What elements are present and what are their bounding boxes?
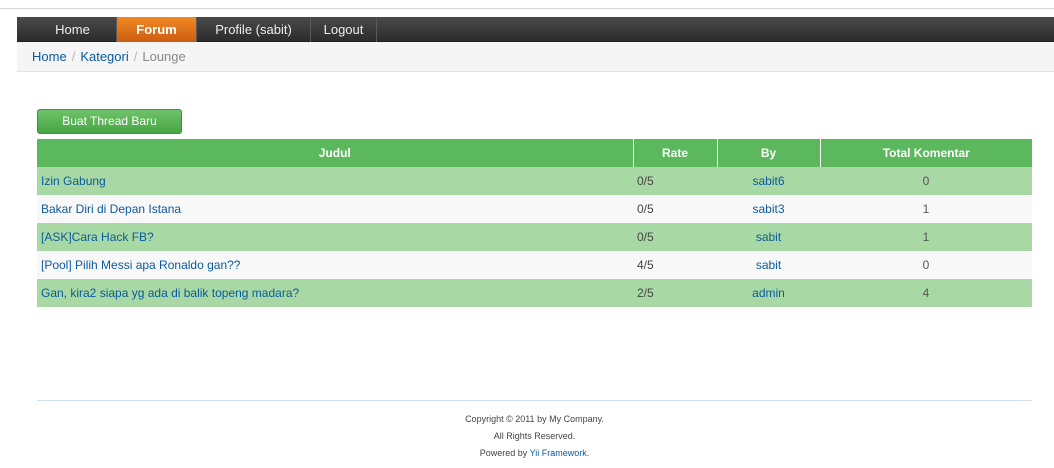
thread-author-cell: admin <box>717 279 820 307</box>
column-header-title[interactable]: Judul <box>37 139 634 167</box>
nav-item-home[interactable]: Home <box>17 17 117 42</box>
nav-item-logout[interactable]: Logout <box>311 17 377 42</box>
table-row: Izin Gabung 0/5 sabit6 0 <box>37 167 1032 195</box>
thread-title-link[interactable]: Gan, kira2 siapa yg ada di balik topeng … <box>41 286 299 300</box>
footer-powered-by: Powered by Yii Framework. <box>37 445 1032 462</box>
breadcrumb-home-link[interactable]: Home <box>32 49 67 64</box>
main-navbar: Home Forum Profile (sabit) Logout <box>17 17 1054 42</box>
thread-author-cell: sabit <box>717 223 820 251</box>
thread-author-link[interactable]: sabit6 <box>752 174 784 188</box>
footer-copyright: Copyright © 2011 by My Company. <box>465 414 604 424</box>
top-divider <box>0 8 1054 9</box>
column-header-by[interactable]: By <box>717 139 821 167</box>
thread-author-link[interactable]: sabit <box>756 230 781 244</box>
column-header-total-comments[interactable]: Total Komentar <box>820 139 1032 167</box>
thread-title-cell: [ASK]Cara Hack FB? <box>37 223 633 251</box>
thread-title-cell: Bakar Diri di Depan Istana <box>37 195 633 223</box>
footer-powered-suffix: . <box>586 448 590 458</box>
thread-title-link[interactable]: Izin Gabung <box>41 174 106 188</box>
thread-title-cell: [Pool] Pilih Messi apa Ronaldo gan?? <box>37 251 633 279</box>
breadcrumb-separator: / <box>133 49 138 64</box>
thread-title-cell: Gan, kira2 siapa yg ada di balik topeng … <box>37 279 633 307</box>
yii-framework-link[interactable]: Yii Framework <box>530 448 587 458</box>
thread-comment-count: 4 <box>820 279 1032 307</box>
breadcrumb-current: Lounge <box>142 49 186 64</box>
thread-comment-count: 0 <box>820 251 1032 279</box>
thread-author-cell: sabit3 <box>717 195 820 223</box>
thread-author-cell: sabit6 <box>717 167 820 195</box>
thread-author-cell: sabit <box>717 251 820 279</box>
breadcrumb-category-link[interactable]: Kategori <box>80 49 128 64</box>
thread-author-link[interactable]: sabit3 <box>752 202 784 216</box>
nav-item-profile[interactable]: Profile (sabit) <box>197 17 311 42</box>
thread-author-link[interactable]: admin <box>752 286 785 300</box>
column-header-rate[interactable]: Rate <box>633 139 718 167</box>
thread-rate: 0/5 <box>633 195 717 223</box>
table-row: Gan, kira2 siapa yg ada di balik topeng … <box>37 279 1032 307</box>
thread-table: Judul Rate By Total Komentar Izin Gabung… <box>37 139 1032 307</box>
thread-comment-count: 1 <box>820 195 1032 223</box>
nav-item-forum[interactable]: Forum <box>117 17 197 42</box>
breadcrumb: Home / Kategori / Lounge <box>17 42 1054 72</box>
thread-comment-count: 0 <box>820 167 1032 195</box>
thread-rate: 2/5 <box>633 279 717 307</box>
table-row: [Pool] Pilih Messi apa Ronaldo gan?? 4/5… <box>37 251 1032 279</box>
thread-title-cell: Izin Gabung <box>37 167 633 195</box>
table-row: Bakar Diri di Depan Istana 0/5 sabit3 1 <box>37 195 1032 223</box>
thread-rate: 4/5 <box>633 251 717 279</box>
footer: Copyright © 2011 by My Company. All Righ… <box>37 411 1032 462</box>
thread-rate: 0/5 <box>633 223 717 251</box>
thread-author-link[interactable]: sabit <box>756 258 781 272</box>
footer-divider <box>37 400 1032 401</box>
thread-title-link[interactable]: [ASK]Cara Hack FB? <box>41 230 154 244</box>
thread-rate: 0/5 <box>633 167 717 195</box>
breadcrumb-separator: / <box>71 49 76 64</box>
footer-rights: All Rights Reserved. <box>493 431 576 441</box>
thread-comment-count: 1 <box>820 223 1032 251</box>
nav-menu: Home Forum Profile (sabit) Logout <box>17 17 1054 42</box>
thread-title-link[interactable]: Bakar Diri di Depan Istana <box>41 202 181 216</box>
table-header-row: Judul Rate By Total Komentar <box>37 139 1032 167</box>
new-thread-button[interactable]: Buat Thread Baru <box>37 109 182 134</box>
footer-powered-prefix: Powered by <box>479 448 530 458</box>
table-row: [ASK]Cara Hack FB? 0/5 sabit 1 <box>37 223 1032 251</box>
thread-title-link[interactable]: [Pool] Pilih Messi apa Ronaldo gan?? <box>41 258 240 272</box>
